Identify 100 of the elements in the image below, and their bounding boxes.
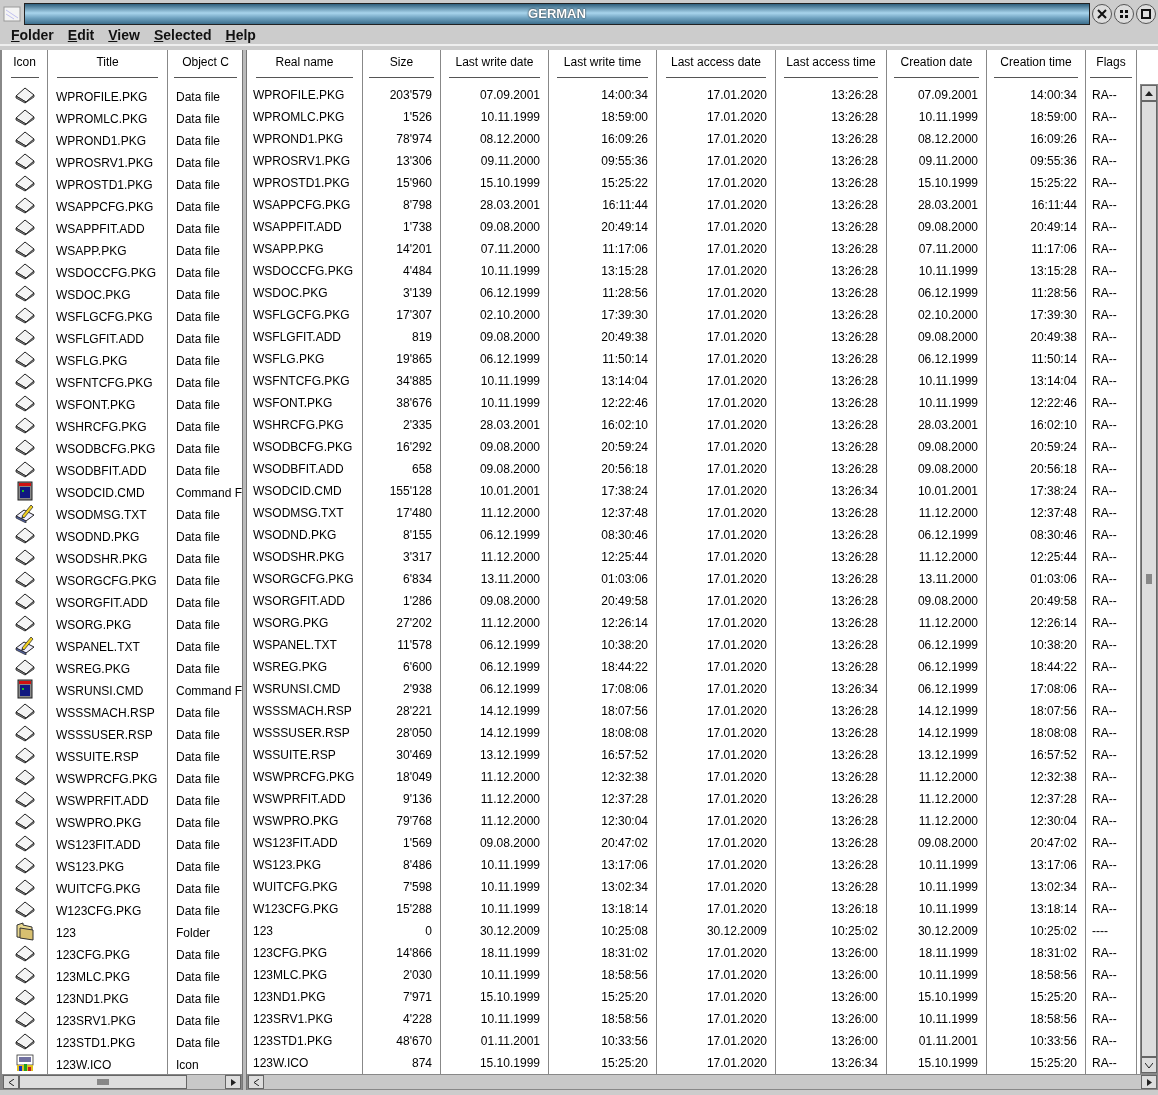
column-header: Icon <box>13 54 36 70</box>
scroll-down-button[interactable] <box>1141 1057 1157 1073</box>
scrollbar-thumb[interactable] <box>19 1075 187 1089</box>
table-cell-text: 12:25:44 <box>1030 549 1077 566</box>
file-icon <box>13 592 36 610</box>
table-cell-text: Data file <box>175 288 221 302</box>
tile-button[interactable] <box>1114 4 1134 24</box>
scroll-left-button[interactable] <box>248 1075 264 1089</box>
table-cell-text: 17.01.2020 <box>706 747 767 764</box>
table-cell-text: 13:26:28 <box>831 769 878 786</box>
column-header: Flags <box>1096 54 1126 70</box>
table-cell-text: 06.12.1999 <box>479 659 540 676</box>
scroll-right-button[interactable] <box>225 1075 241 1089</box>
horizontal-scrollbar[interactable] <box>2 1074 242 1090</box>
table-cell-text: 10.01.2001 <box>917 483 978 500</box>
horizontal-scrollbar[interactable] <box>247 1074 1158 1090</box>
table-cell-text: 18:31:02 <box>601 945 648 962</box>
file-icon <box>13 1032 36 1050</box>
table-cell-text: 658 <box>411 461 432 478</box>
table-cell-text: WSODSHR.PKG <box>253 549 345 566</box>
file-icon <box>13 460 36 478</box>
table-cell-text: 13:26:28 <box>831 747 878 764</box>
table-cell-text: 13:26:28 <box>831 241 878 258</box>
table-cell-text: 14'201 <box>396 241 432 258</box>
table-cell-text: 13:26:28 <box>831 835 878 852</box>
table-cell-text: WSORGCFG.PKG <box>55 574 157 588</box>
scroll-up-button[interactable] <box>1141 85 1157 101</box>
table-cell-text: 11:28:56 <box>602 285 648 302</box>
close-button[interactable] <box>1092 4 1112 24</box>
table-cell-text: 06.12.1999 <box>917 527 978 544</box>
table-cell-text: 09.08.2000 <box>917 329 978 346</box>
table-cell-text: 11.12.2000 <box>918 769 978 786</box>
file-icon <box>13 262 36 280</box>
table-cell-text: Data file <box>175 772 221 786</box>
table-cell-text: 12:32:38 <box>1030 769 1077 786</box>
file-icon <box>13 152 36 170</box>
table-cell-text: WSFLGFIT.ADD <box>253 329 341 346</box>
table-cell-text: 07.09.2001 <box>479 87 540 104</box>
table-cell-text: 14'866 <box>396 945 432 962</box>
table-cell-text: 13:26:28 <box>831 219 878 236</box>
table-cell-text: 12:37:28 <box>601 791 648 808</box>
column-header: Last access time <box>786 54 876 70</box>
table-cell-text: 20:49:38 <box>1030 329 1077 346</box>
table-cell-text: 09.08.2000 <box>917 593 978 610</box>
table-cell-text: RA-- <box>1092 593 1117 610</box>
table-cell-text: WSPANEL.TXT <box>253 637 337 654</box>
table-cell-text: 02.10.2000 <box>917 307 978 324</box>
maximize-button[interactable] <box>1136 4 1156 24</box>
table-cell-text: 18:07:56 <box>601 703 648 720</box>
table-cell-text: 10:33:56 <box>601 1033 648 1050</box>
table-cell-text: 13:26:28 <box>831 175 878 192</box>
file-icon <box>13 240 36 258</box>
table-cell-text: 13:26:28 <box>831 373 878 390</box>
table-cell-text: 17.01.2020 <box>706 109 767 126</box>
table-cell-text: Data file <box>175 354 221 368</box>
table-cell-text: 15:25:22 <box>1030 175 1077 192</box>
table-cell-text: 13:26:28 <box>831 439 878 456</box>
table-cell-text: 16:02:10 <box>1030 417 1077 434</box>
menu-item[interactable]: Selected <box>146 26 219 44</box>
table-cell-text: 14:00:34 <box>1030 87 1077 104</box>
table-cell-text: 20:56:18 <box>1030 461 1077 478</box>
file-icon <box>13 724 36 742</box>
table-cell-text: WSFNTCFG.PKG <box>253 373 350 390</box>
menu-item[interactable]: Folder <box>4 26 61 44</box>
table-cell-text: 13.11.2000 <box>918 571 978 588</box>
table-cell-text: 14.12.1999 <box>479 725 540 742</box>
table-cell-text: 12:26:14 <box>1030 615 1077 632</box>
menu-item[interactable]: Help <box>218 26 263 44</box>
table-cell-text: WPROND1.PKG <box>253 131 343 148</box>
table-cell-text: 123CFG.PKG <box>55 948 131 962</box>
table-cell-text: 3'139 <box>403 285 432 302</box>
table-cell-text: 17.01.2020 <box>706 593 767 610</box>
table-cell-text: 09.08.2000 <box>479 439 540 456</box>
menu-item[interactable]: Edit <box>60 26 102 44</box>
table-cell-text: Data file <box>175 266 221 280</box>
table-cell-text: 28'050 <box>396 725 432 742</box>
table-cell-text: Data file <box>175 728 221 742</box>
table-cell-text: 17.01.2020 <box>706 175 767 192</box>
table-cell-text: 13:26:00 <box>831 945 878 962</box>
scroll-left-button[interactable] <box>3 1075 19 1089</box>
table-cell-text: 17.01.2020 <box>706 219 767 236</box>
table-cell-text: 12:37:48 <box>601 505 648 522</box>
column-header: Object C <box>182 54 229 70</box>
table-cell-text: 874 <box>411 1055 432 1072</box>
table-cell-text: 13:26:28 <box>831 659 878 676</box>
scroll-right-button[interactable] <box>1141 1075 1157 1089</box>
menu-item[interactable]: View <box>101 26 147 44</box>
table-cell-text: WSHRCFG.PKG <box>55 420 147 434</box>
table-cell-text: 17.01.2020 <box>706 945 767 962</box>
file-icon <box>13 768 36 786</box>
table-cell-text: Data file <box>175 530 221 544</box>
table-cell-text: 07.11.2000 <box>918 241 978 258</box>
table-cell-text: 11.12.2000 <box>480 615 540 632</box>
grip-icon <box>1146 574 1152 584</box>
table-cell-text: WSAPPCFG.PKG <box>55 200 154 214</box>
table-cell-text: Data file <box>175 156 221 170</box>
table-cell-text: WSFONT.PKG <box>253 395 333 412</box>
table-cell-text: RA-- <box>1092 659 1117 676</box>
table-cell-text: 13:26:28 <box>831 285 878 302</box>
table-cell-text: 13:02:34 <box>601 879 648 896</box>
